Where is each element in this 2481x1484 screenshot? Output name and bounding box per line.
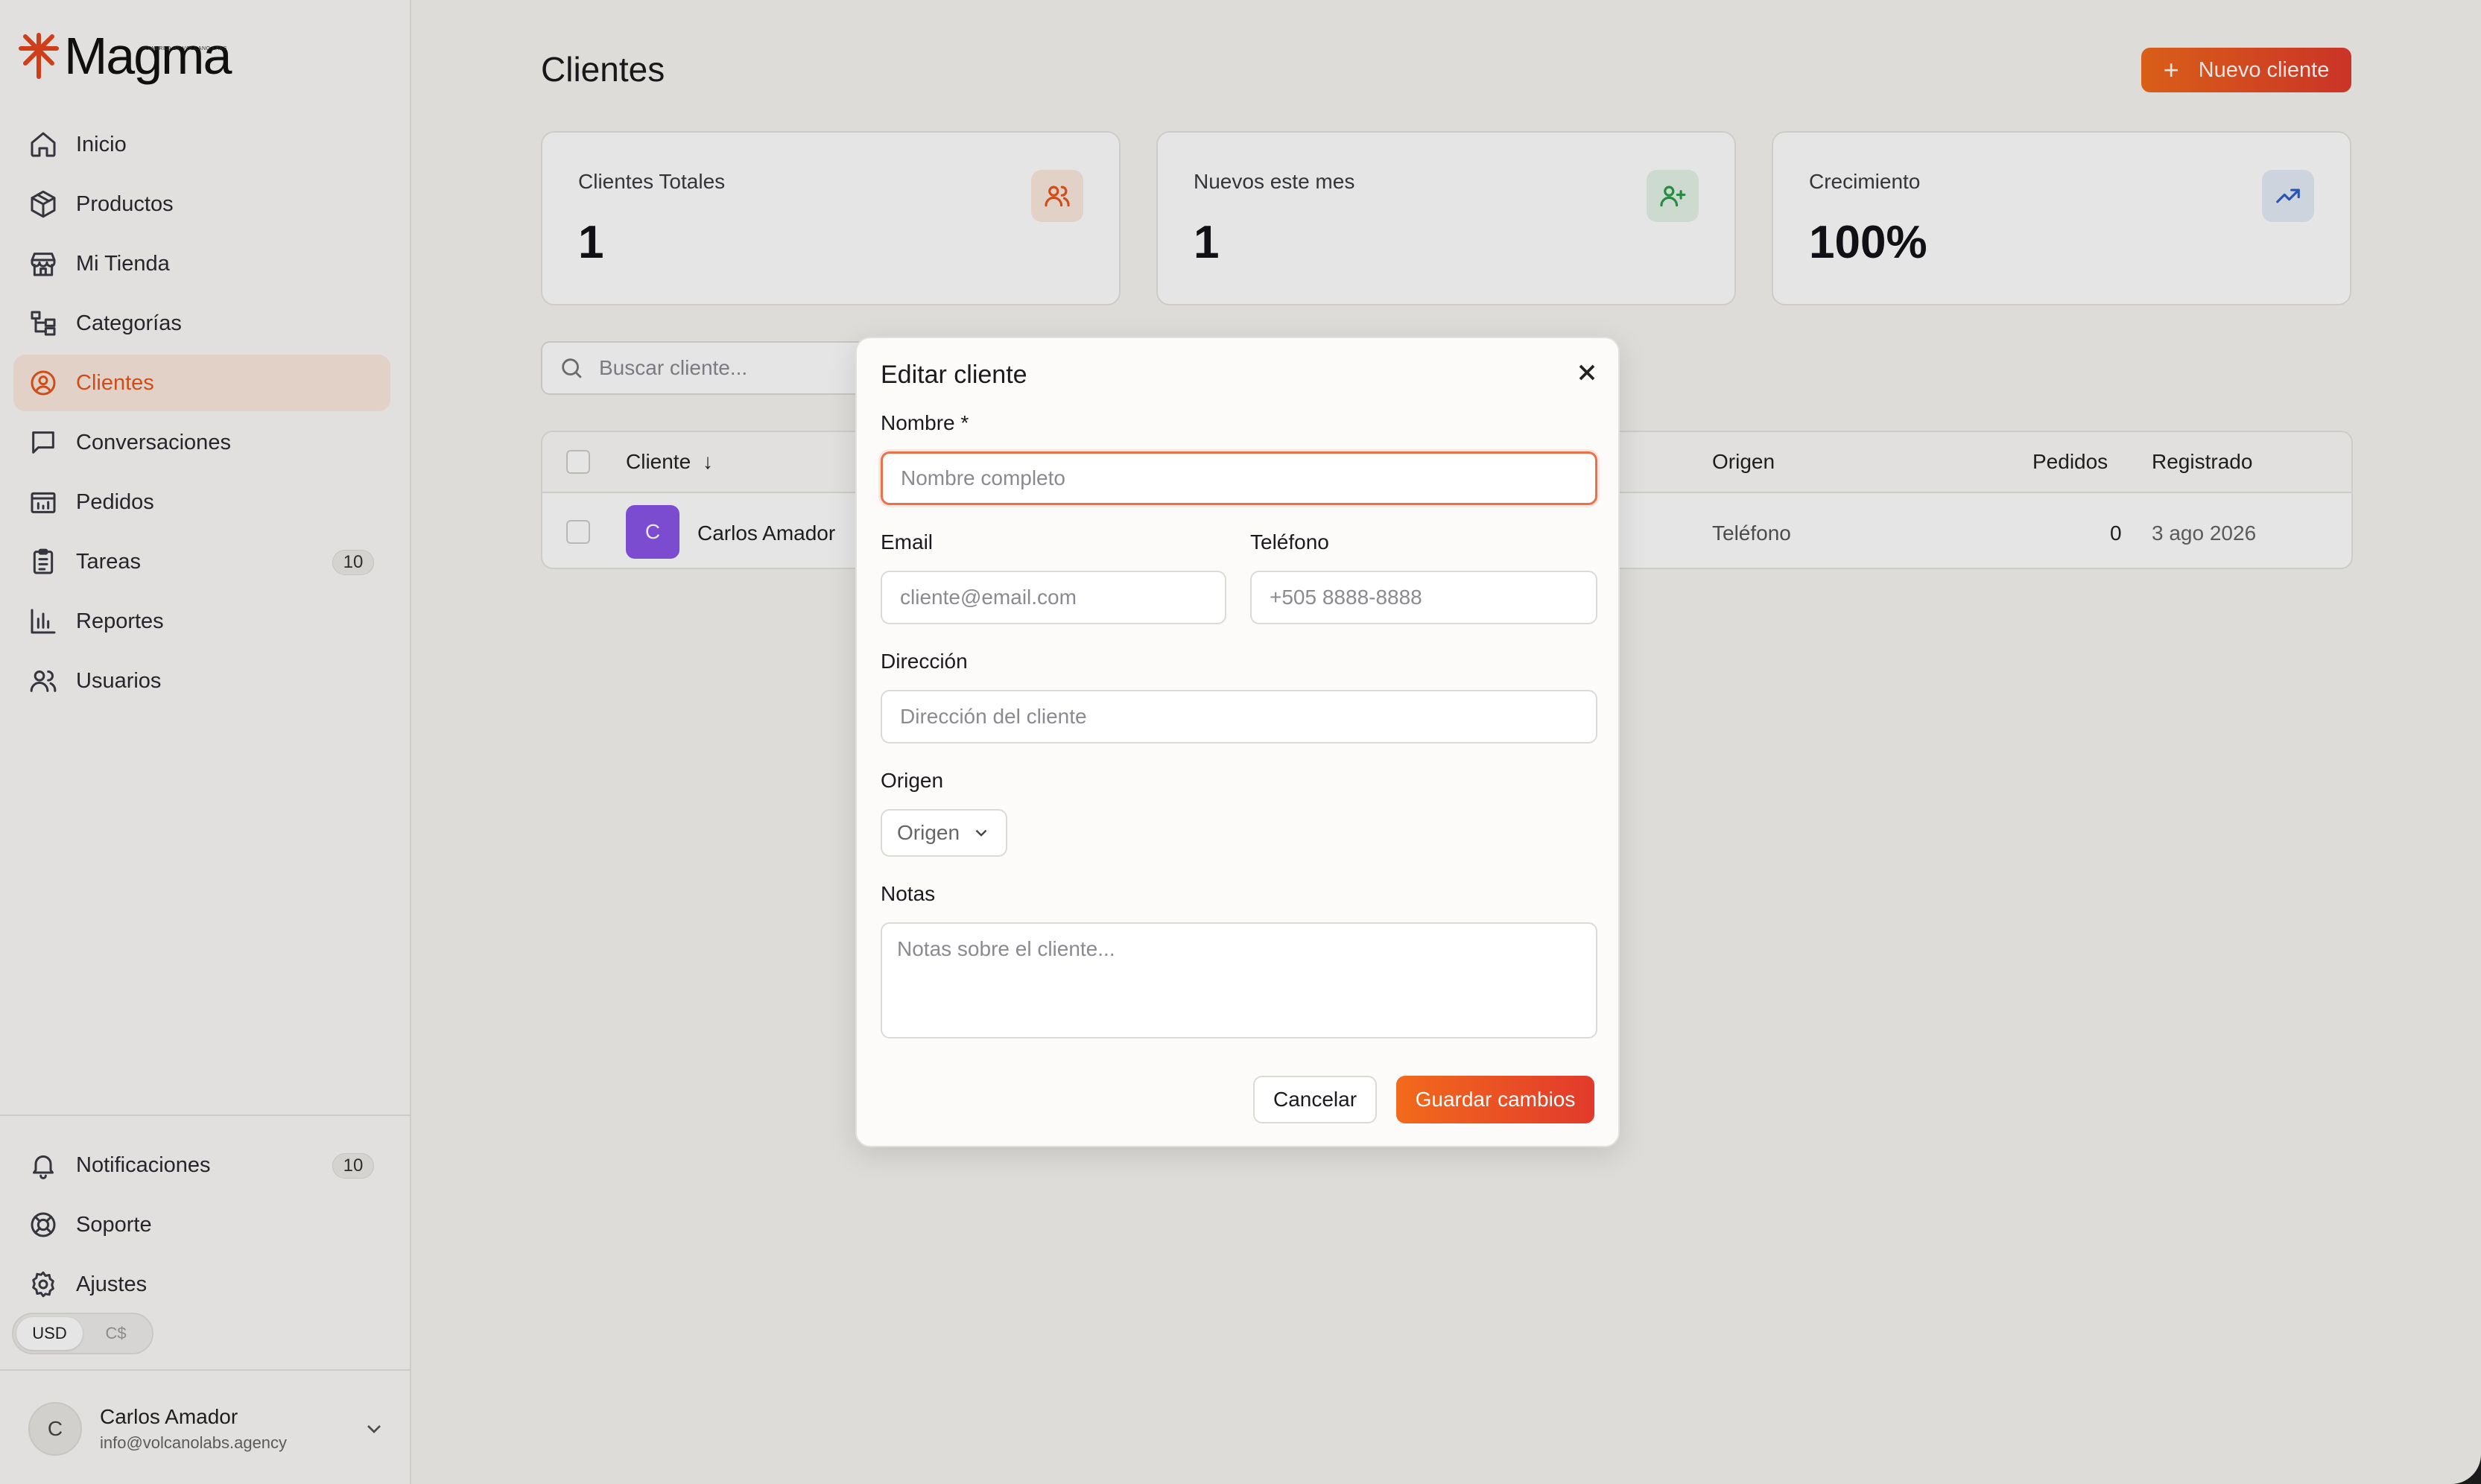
nombre-label: Nombre *	[881, 411, 969, 434]
cancel-button[interactable]: Cancelar	[1253, 1076, 1377, 1123]
direccion-field[interactable]: Dirección del cliente	[881, 690, 1597, 743]
save-button[interactable]: Guardar cambios	[1396, 1076, 1594, 1123]
origen-select[interactable]: Origen	[881, 809, 1007, 857]
origen-label: Origen	[881, 769, 944, 792]
telefono-label: Teléfono	[1250, 530, 1329, 554]
telefono-field[interactable]: +505 8888-8888	[1250, 571, 1597, 624]
direccion-label: Dirección	[881, 650, 968, 673]
notas-label: Notas	[881, 882, 936, 905]
email-label: Email	[881, 530, 934, 554]
edit-client-dialog: Editar cliente Nombre * Nombre completo …	[855, 337, 1620, 1147]
app-window: Magma POWERED BY VOLCANO LABS Inicio Pro…	[0, 0, 2481, 1484]
nombre-field[interactable]: Nombre completo	[881, 451, 1597, 505]
close-icon[interactable]	[1574, 359, 1600, 386]
dialog-title: Editar cliente	[881, 361, 1027, 389]
notas-textarea[interactable]: Notas sobre el cliente...	[881, 922, 1597, 1039]
email-field[interactable]: cliente@email.com	[881, 571, 1226, 624]
origen-select-value: Origen	[897, 821, 960, 844]
chevron-down-icon	[975, 829, 987, 837]
